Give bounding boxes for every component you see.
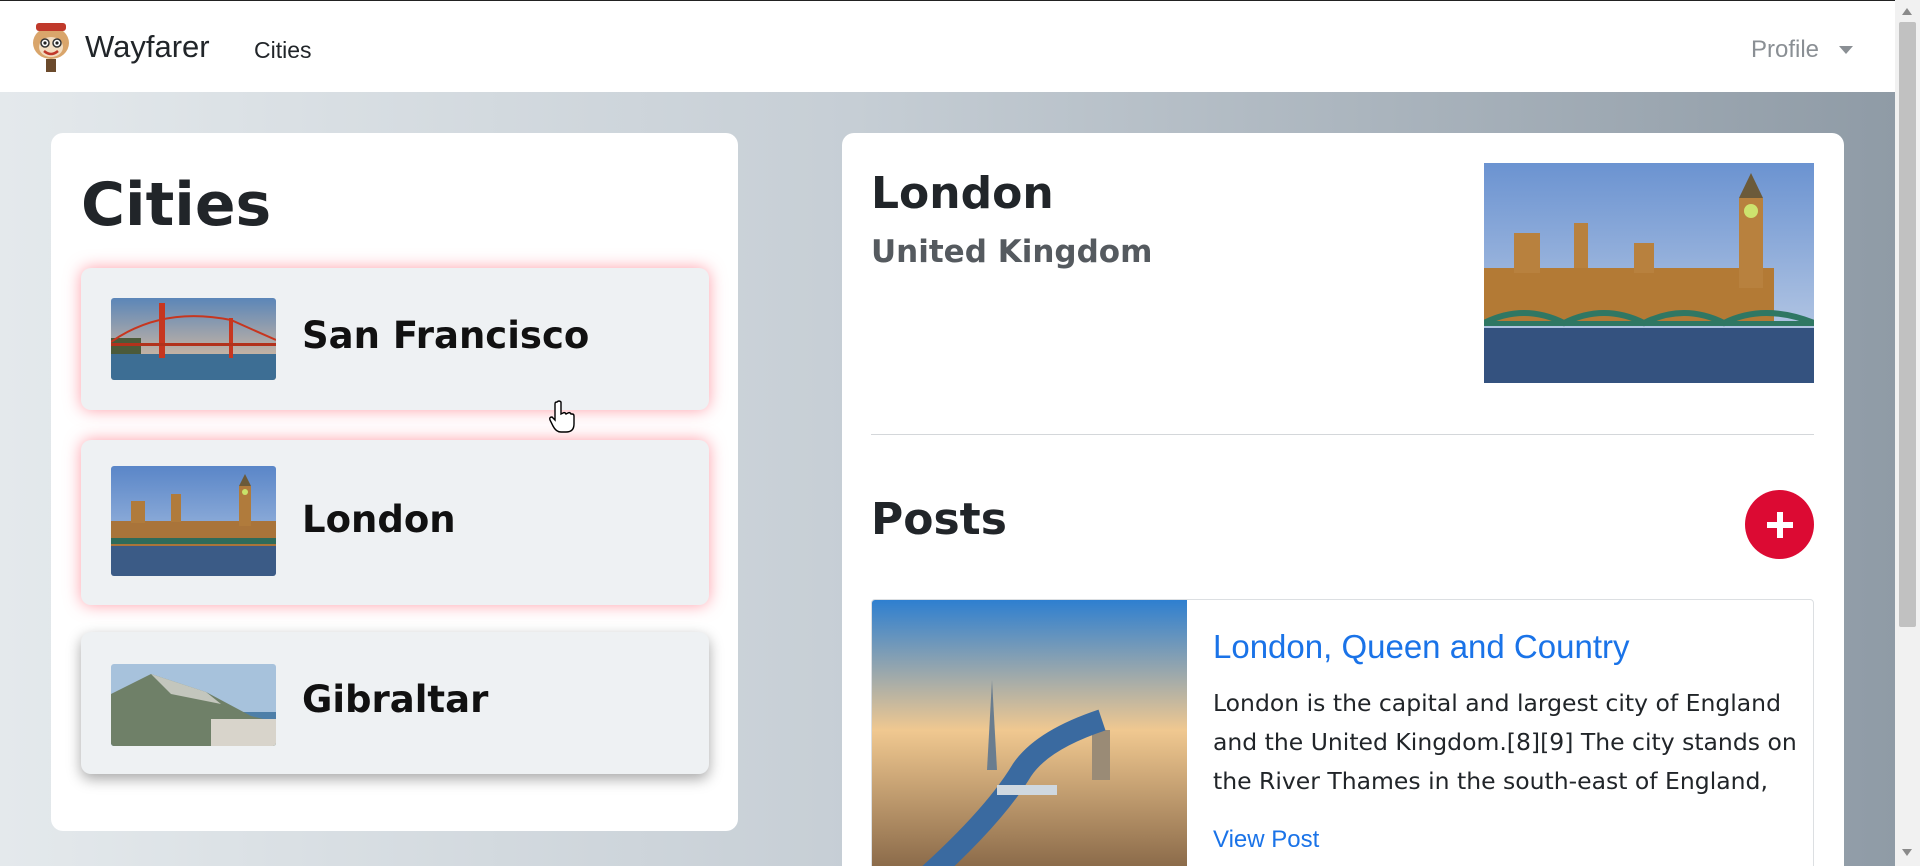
add-post-button[interactable] <box>1745 490 1814 559</box>
brand-name[interactable]: Wayfarer <box>85 29 210 65</box>
view-post-link[interactable]: View Post <box>1213 826 1319 854</box>
city-title: London <box>871 168 1054 219</box>
city-photo <box>1484 163 1814 383</box>
plus-icon <box>1766 511 1793 538</box>
scroll-thumb[interactable] <box>1899 22 1916 627</box>
profile-label: Profile <box>1751 36 1820 63</box>
top-navbar: Wayfarer Cities Profile <box>0 0 1895 92</box>
city-name: Gibraltar <box>302 678 489 721</box>
profile-dropdown[interactable]: Profile <box>1751 36 1854 64</box>
wayfarer-logo[interactable] <box>28 21 74 73</box>
city-item-san-francisco[interactable]: San Francisco <box>81 268 709 410</box>
scroll-down-arrow-icon[interactable] <box>1902 849 1912 856</box>
chevron-down-icon <box>1839 46 1854 54</box>
city-item-gibraltar[interactable]: Gibraltar <box>81 632 709 774</box>
post-card: London, Queen and Country London is the … <box>871 599 1814 866</box>
city-name: London <box>302 498 456 541</box>
section-divider <box>871 434 1814 435</box>
city-item-london[interactable]: London <box>81 440 709 605</box>
city-name: San Francisco <box>302 314 590 357</box>
london-aerial-image <box>872 600 1187 866</box>
nav-link-cities[interactable]: Cities <box>254 37 312 64</box>
westminster-thumbnail <box>111 466 276 576</box>
golden-gate-bridge-thumbnail <box>111 298 276 380</box>
post-excerpt: London is the capital and largest city o… <box>1213 689 1797 795</box>
hand-pointer-cursor-icon <box>548 400 576 438</box>
page-scrollbar[interactable] <box>1895 0 1920 866</box>
scroll-up-arrow-icon[interactable] <box>1902 8 1912 15</box>
cities-panel-title: Cities <box>81 170 272 240</box>
country-subtitle: United Kingdom <box>871 234 1153 270</box>
post-title-link[interactable]: London, Queen and Country <box>1213 628 1629 666</box>
posts-title: Posts <box>871 494 1007 545</box>
rock-of-gibraltar-thumbnail <box>111 664 276 746</box>
